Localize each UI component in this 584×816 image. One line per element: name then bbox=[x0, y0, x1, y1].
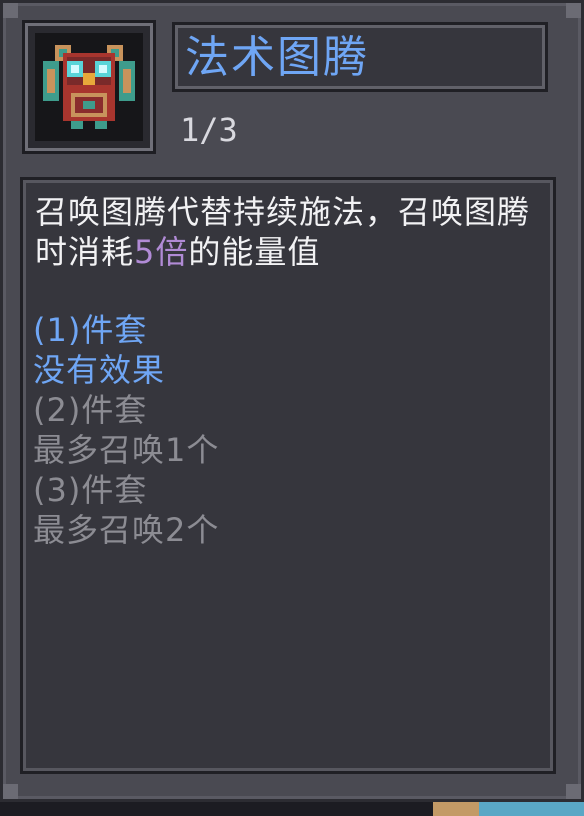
set-bonus-effect: 最多召唤1个 bbox=[33, 431, 220, 469]
description-highlight: 5倍 bbox=[134, 233, 189, 271]
set-bonus-label: (3)件套 bbox=[33, 471, 148, 509]
frame-corner bbox=[0, 784, 18, 802]
background-strip-cap bbox=[433, 802, 479, 816]
item-title-box: 法术图腾 bbox=[172, 22, 548, 92]
item-tooltip-panel: 法术图腾 1/3 召唤图腾代替持续施法，召唤图腾时消耗5倍的能量值 (1)件套 … bbox=[0, 0, 584, 802]
frame-corner bbox=[566, 784, 584, 802]
set-bonus-effect: 没有效果 bbox=[33, 351, 166, 389]
background-strip bbox=[433, 802, 584, 816]
item-title: 法术图腾 bbox=[185, 32, 369, 83]
set-piece-count: 1/3 bbox=[180, 111, 238, 149]
set-bonus-effect: 最多召唤2个 bbox=[33, 511, 220, 549]
description-text: 的能量值 bbox=[188, 233, 321, 271]
item-icon-frame bbox=[22, 20, 156, 154]
frame-corner bbox=[0, 0, 18, 18]
owl-totem-icon bbox=[35, 33, 143, 141]
set-bonus-label: (2)件套 bbox=[33, 391, 148, 429]
set-bonus-list: (1)件套 没有效果 (2)件套 最多召唤1个 (3)件套 最多召唤2个 bbox=[33, 310, 533, 550]
frame-corner bbox=[566, 0, 584, 18]
set-bonus-label: (1)件套 bbox=[33, 311, 148, 349]
description-box: 召唤图腾代替持续施法，召唤图腾时消耗5倍的能量值 (1)件套 没有效果 (2)件… bbox=[20, 177, 556, 774]
item-description: 召唤图腾代替持续施法，召唤图腾时消耗5倍的能量值 bbox=[35, 192, 535, 272]
